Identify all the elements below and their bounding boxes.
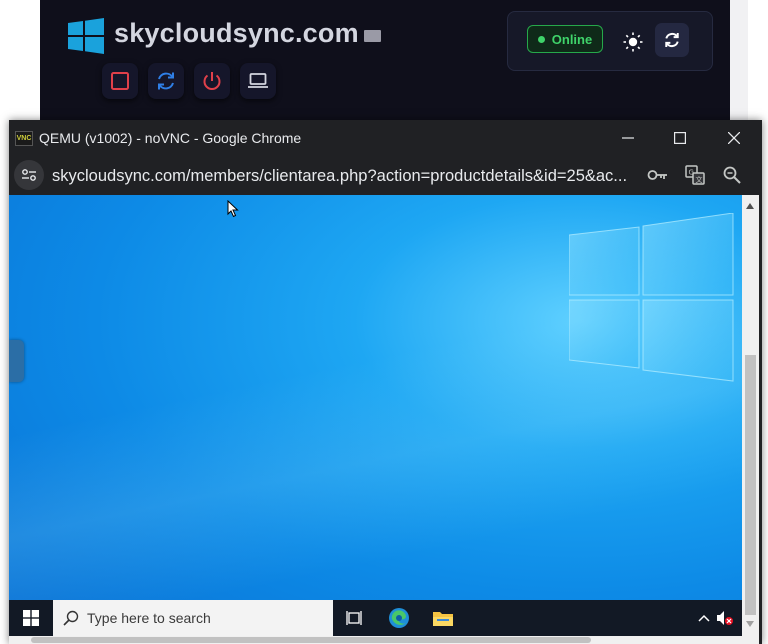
start-button[interactable]	[9, 600, 53, 636]
password-key-icon[interactable]	[647, 165, 669, 185]
sun-icon[interactable]	[621, 30, 645, 54]
edge-browser-icon	[389, 608, 409, 628]
stop-icon	[111, 72, 129, 90]
search-icon	[63, 610, 79, 626]
zoom-icon[interactable]	[721, 165, 743, 185]
chevron-up-icon	[698, 614, 710, 622]
scroll-up-arrow-icon[interactable]	[746, 203, 754, 209]
console-icon	[248, 73, 268, 88]
minimize-icon	[622, 137, 634, 139]
svg-text:G: G	[689, 169, 694, 177]
close-button[interactable]	[709, 120, 759, 156]
refresh-icon	[665, 32, 679, 48]
tune-icon	[22, 169, 36, 181]
refresh-button[interactable]	[655, 23, 689, 57]
scroll-down-arrow-icon[interactable]	[746, 621, 754, 627]
restart-icon	[158, 72, 174, 90]
volume-muted-icon	[717, 611, 733, 625]
page-edge	[730, 0, 748, 122]
status-badge: Online	[527, 25, 603, 53]
window-titlebar[interactable]: VNC QEMU (v1002) - noVNC - Google Chrome	[9, 120, 762, 156]
minimize-button[interactable]	[603, 120, 653, 156]
window-title: QEMU (v1002) - noVNC - Google Chrome	[39, 130, 302, 146]
search-placeholder: Type here to search	[87, 610, 211, 626]
remote-desktop-canvas[interactable]: Type here to search	[9, 195, 742, 644]
file-explorer-icon	[433, 612, 453, 626]
url-text[interactable]: skycloudsync.com/members/clientarea.php?…	[52, 167, 627, 186]
task-view-icon	[346, 611, 362, 625]
edge-taskbar-button[interactable]	[377, 600, 421, 636]
windows-wallpaper-logo	[569, 213, 734, 382]
site-info-button[interactable]	[14, 160, 44, 190]
horizontal-scrollbar-thumb[interactable]	[31, 637, 591, 643]
browser-window: VNC QEMU (v1002) - noVNC - Google Chrome…	[9, 120, 762, 644]
vnc-favicon-icon: VNC	[15, 131, 33, 146]
windows-logo-icon	[68, 18, 104, 54]
show-hidden-icons-button[interactable]	[698, 610, 710, 626]
volume-muted-button[interactable]	[716, 610, 734, 629]
address-bar[interactable]: skycloudsync.com/members/clientarea.php?…	[9, 156, 762, 194]
maximize-icon	[674, 132, 686, 144]
novnc-control-bar-handle[interactable]	[9, 340, 24, 382]
horizontal-scrollbar[interactable]	[9, 636, 742, 644]
online-dot-icon	[537, 35, 545, 43]
status-label: Online	[551, 31, 593, 47]
power-button[interactable]	[194, 63, 230, 99]
restart-button[interactable]	[148, 63, 184, 99]
vertical-scrollbar-thumb[interactable]	[745, 355, 756, 615]
status-panel: Online	[507, 11, 713, 71]
maximize-button[interactable]	[655, 120, 705, 156]
taskbar-search-box[interactable]: Type here to search	[53, 600, 333, 636]
windows-start-icon	[23, 610, 39, 626]
site-title: skycloudsync.com	[114, 18, 359, 48]
windows-taskbar: Type here to search	[9, 600, 742, 636]
flag-icon	[364, 30, 381, 42]
mouse-cursor-icon	[227, 200, 239, 218]
power-icon	[203, 72, 221, 90]
stop-button[interactable]	[102, 63, 138, 99]
file-explorer-taskbar-button[interactable]	[421, 600, 465, 636]
vertical-scrollbar[interactable]	[742, 195, 759, 644]
translate-icon[interactable]: G 文	[684, 165, 706, 185]
close-icon	[728, 132, 740, 144]
console-button[interactable]	[240, 63, 276, 99]
svg-text:文: 文	[696, 175, 703, 184]
task-view-button[interactable]	[333, 600, 377, 636]
